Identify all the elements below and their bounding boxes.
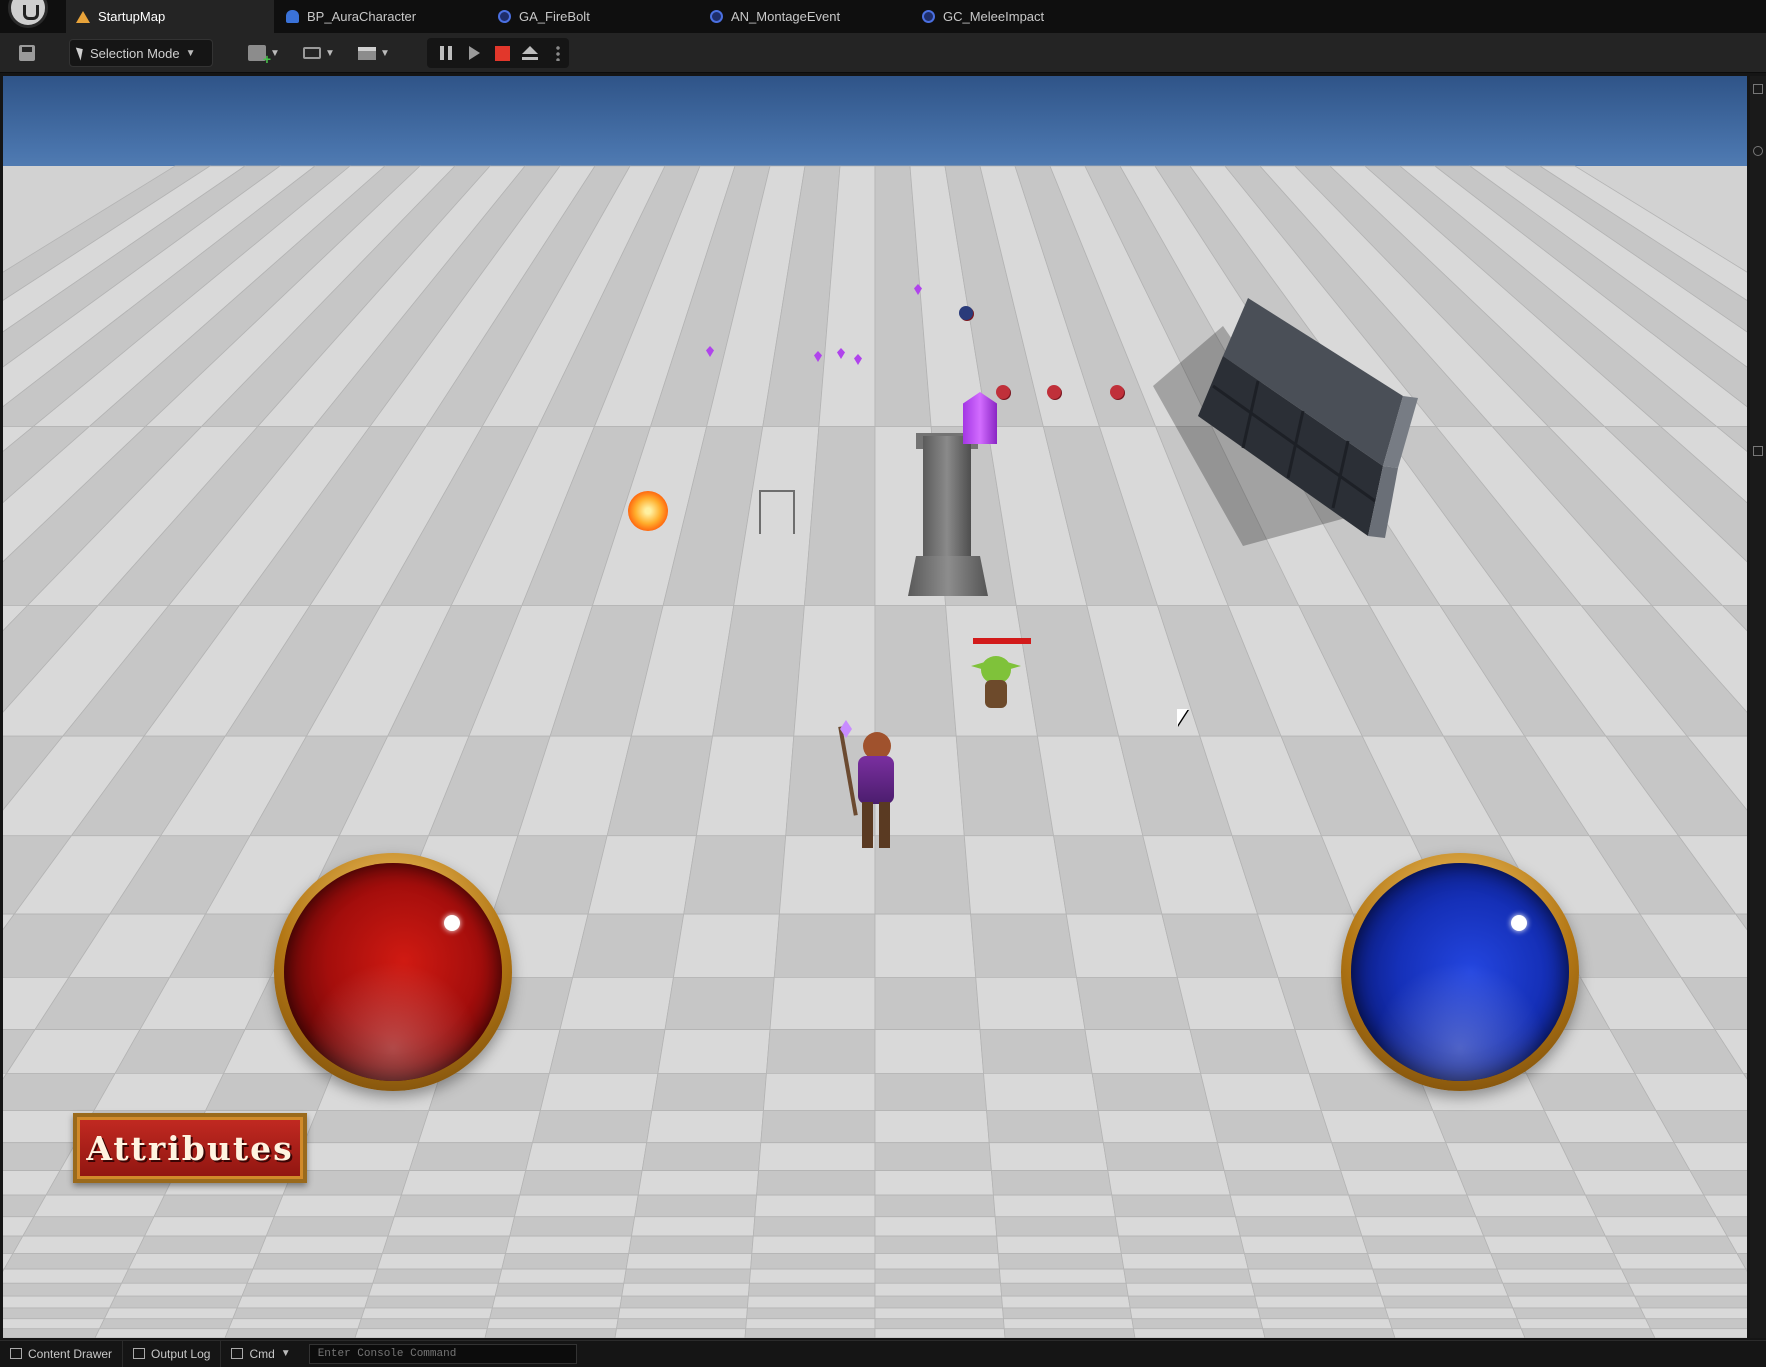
red-potion [996, 385, 1010, 399]
blue-potion [959, 306, 973, 320]
cursor-icon [75, 45, 87, 61]
mana-globe-fill [1351, 863, 1569, 1081]
tab-gc-meleeimpact[interactable]: GC_MeleeImpact [912, 0, 1122, 33]
step-button[interactable] [463, 42, 485, 64]
viewport-side-toolbar [1750, 76, 1766, 1338]
attributes-button[interactable]: Attributes [73, 1113, 307, 1183]
content-drawer-button[interactable]: Content Drawer [0, 1340, 124, 1367]
tab-label: BP_AuraCharacter [307, 9, 417, 24]
eye-icon[interactable] [1753, 146, 1763, 156]
tab-startupmap[interactable]: StartupMap [66, 0, 274, 33]
blueprints-button[interactable]: ▼ [299, 39, 339, 67]
chevron-down-icon: ▼ [185, 47, 196, 59]
health-globe [274, 853, 512, 1091]
tab-label: GA_FireBolt [519, 9, 590, 24]
tab-ga-firebolt[interactable]: GA_FireBolt [488, 0, 698, 33]
console-command-input[interactable] [308, 1343, 577, 1364]
eject-icon [522, 46, 538, 60]
mana-globe [1341, 853, 1579, 1091]
attributes-button-label: Attributes [86, 1128, 294, 1168]
map-icon [76, 10, 90, 23]
panel-icon[interactable] [1753, 84, 1763, 94]
output-log-label: Output Log [151, 1346, 211, 1361]
chevron-down-icon: ▼ [380, 47, 390, 59]
selection-mode-label: Selection Mode [90, 45, 180, 61]
asset-icon [498, 10, 511, 23]
editor-tab-bar: StartupMap BP_AuraCharacter GA_FireBolt … [0, 0, 1766, 33]
stop-icon [494, 45, 510, 61]
save-icon [19, 45, 35, 61]
firebolt-projectile [628, 491, 668, 531]
chevron-down-icon: ▼ [325, 47, 335, 59]
clapperboard-icon [358, 46, 377, 60]
add-actor-button[interactable]: ▼ [244, 39, 284, 67]
globe-glint [1511, 915, 1527, 931]
stop-button[interactable] [491, 42, 513, 64]
selection-mode-dropdown[interactable]: Selection Mode ▼ [69, 39, 213, 67]
asset-icon [710, 10, 723, 23]
tab-label: AN_MontageEvent [731, 9, 841, 24]
cinematics-button[interactable]: ▼ [354, 39, 394, 67]
mouse-cursor-icon [1177, 709, 1188, 726]
tab-an-montageevent[interactable]: AN_MontageEvent [700, 0, 910, 33]
blueprint-icon [303, 47, 322, 59]
content-drawer-label: Content Drawer [28, 1346, 113, 1361]
status-bar: Content Drawer Output Log Cmd ▼ [0, 1340, 1766, 1367]
eject-button[interactable] [519, 42, 541, 64]
cmd-dropdown[interactable]: Cmd ▼ [221, 1341, 300, 1367]
health-globe-fill [284, 863, 502, 1081]
pillar-base [908, 556, 988, 596]
content-drawer-icon [10, 1348, 22, 1359]
chevron-down-icon: ▼ [270, 47, 280, 59]
play-controls [427, 38, 569, 68]
tab-label: GC_MeleeImpact [943, 9, 1045, 24]
output-log-button[interactable]: Output Log [123, 1340, 222, 1367]
tab-bp-auracharacter[interactable]: BP_AuraCharacter [276, 0, 486, 33]
red-potion [1047, 385, 1061, 399]
asset-icon [922, 10, 935, 23]
tab-label: StartupMap [98, 9, 166, 24]
blueprint-character-icon [286, 10, 299, 23]
wire-frame-prop [759, 490, 795, 534]
play-options-button[interactable] [547, 42, 569, 64]
step-icon [468, 46, 480, 60]
cmd-label: Cmd [249, 1346, 275, 1361]
add-actor-icon [248, 45, 271, 67]
output-log-icon [133, 1348, 146, 1359]
pause-button[interactable] [435, 42, 457, 64]
save-button[interactable] [14, 39, 40, 67]
stone-wall [1153, 298, 1418, 546]
unreal-logo-icon[interactable] [8, 0, 48, 28]
red-potion [1110, 385, 1124, 399]
enemy-health-bar [973, 638, 1031, 644]
pause-icon [440, 46, 452, 60]
aura-character [838, 720, 908, 854]
terminal-icon [231, 1348, 244, 1359]
goblin-enemy [971, 656, 1021, 710]
level-editor-toolbar: Selection Mode ▼ ▼ ▼ ▼ [0, 33, 1766, 73]
chevron-down-icon: ▼ [280, 1348, 291, 1359]
more-options-icon [556, 45, 560, 61]
pin-icon[interactable] [1753, 446, 1763, 456]
globe-glint [444, 915, 460, 931]
